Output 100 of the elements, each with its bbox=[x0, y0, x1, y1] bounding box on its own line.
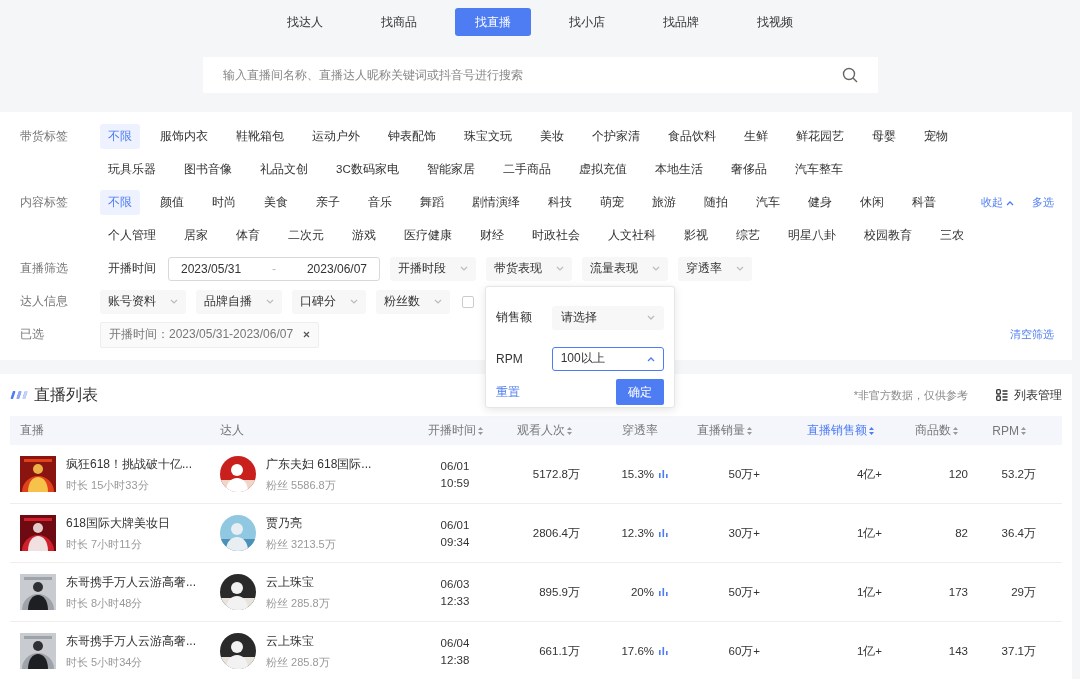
search-field[interactable]: 输入直播间名称、直播达人昵称关键词或抖音号进行搜索 bbox=[202, 57, 878, 93]
tag-option[interactable]: 随拍 bbox=[696, 190, 736, 215]
tag-option[interactable]: 服饰内衣 bbox=[152, 124, 216, 149]
influencer-name[interactable]: 云上珠宝 bbox=[266, 632, 330, 650]
sort-icon[interactable] bbox=[1021, 426, 1026, 435]
collapse-link[interactable]: 收起 bbox=[981, 195, 1014, 210]
tag-option[interactable]: 居家 bbox=[176, 223, 216, 248]
column-header[interactable]: 商品数 bbox=[915, 422, 958, 439]
sort-icon[interactable] bbox=[747, 426, 752, 435]
tag-option[interactable]: 鞋靴箱包 bbox=[228, 124, 292, 149]
sort-icon[interactable] bbox=[953, 426, 958, 435]
filter-dropdown[interactable]: 口碑分 bbox=[292, 289, 366, 314]
bar-chart-icon[interactable] bbox=[659, 588, 668, 596]
influencer-name[interactable]: 云上珠宝 bbox=[266, 573, 330, 591]
influencer-name[interactable]: 贾乃亮 bbox=[266, 514, 336, 532]
tag-option[interactable]: 医疗健康 bbox=[396, 223, 460, 248]
close-icon[interactable] bbox=[303, 331, 311, 338]
select-field[interactable]: 请选择 bbox=[551, 305, 664, 330]
tag-option[interactable]: 时政社会 bbox=[524, 223, 588, 248]
tag-option[interactable]: 本地生活 bbox=[646, 157, 711, 182]
tag-option[interactable]: 不限 bbox=[100, 190, 140, 215]
tag-option[interactable]: 母婴 bbox=[864, 124, 904, 149]
tag-option[interactable]: 食品饮料 bbox=[660, 124, 724, 149]
sort-icon[interactable] bbox=[567, 426, 572, 435]
influencer-name[interactable]: 广东夫妇 618国际... bbox=[266, 455, 372, 473]
tag-option[interactable]: 美食 bbox=[256, 190, 296, 215]
filter-dropdown[interactable]: 流量表现 bbox=[582, 256, 668, 281]
tag-option[interactable]: 美妆 bbox=[532, 124, 572, 149]
tag-option[interactable]: 钟表配饰 bbox=[380, 124, 444, 149]
bar-chart-icon[interactable] bbox=[659, 647, 668, 655]
tag-option[interactable]: 鲜花园艺 bbox=[788, 124, 852, 149]
tag-option[interactable]: 亲子 bbox=[308, 190, 348, 215]
tag-option[interactable]: 个人管理 bbox=[100, 223, 164, 248]
confirm-button[interactable]: 确定 bbox=[616, 379, 664, 405]
tag-option[interactable]: 图书音像 bbox=[176, 157, 240, 182]
tag-option[interactable]: 宠物 bbox=[916, 124, 956, 149]
tag-option[interactable]: 综艺 bbox=[728, 223, 768, 248]
tag-option[interactable]: 个护家清 bbox=[584, 124, 648, 149]
nav-tab[interactable]: 找商品 bbox=[361, 8, 437, 36]
tag-option[interactable]: 萌宠 bbox=[592, 190, 632, 215]
live-title[interactable]: 618国际大牌美妆日 bbox=[66, 514, 171, 532]
tag-option[interactable]: 三农 bbox=[932, 223, 972, 248]
tag-option[interactable]: 汽车整车 bbox=[786, 157, 851, 182]
tag-option[interactable]: 玩具乐器 bbox=[100, 157, 164, 182]
tag-option[interactable]: 生鲜 bbox=[736, 124, 776, 149]
nav-tab[interactable]: 找小店 bbox=[549, 8, 625, 36]
tag-option[interactable]: 科普 bbox=[904, 190, 944, 215]
date-range-field[interactable]: 2023/05/31 - 2023/06/07 bbox=[168, 256, 380, 281]
tag-option[interactable]: 舞蹈 bbox=[412, 190, 452, 215]
tag-option[interactable]: 科技 bbox=[540, 190, 580, 215]
tag-option[interactable]: 智能家居 bbox=[418, 157, 483, 182]
nav-tab[interactable]: 找视频 bbox=[737, 8, 813, 36]
tag-option[interactable]: 影视 bbox=[676, 223, 716, 248]
tag-option[interactable]: 二手商品 bbox=[494, 157, 559, 182]
multi-select-link[interactable]: 多选 bbox=[1032, 195, 1054, 210]
filter-dropdown[interactable]: 穿透率 bbox=[678, 256, 752, 281]
tag-option[interactable]: 剧情演绎 bbox=[464, 190, 528, 215]
search-icon[interactable] bbox=[841, 67, 858, 83]
tag-option[interactable]: 颜值 bbox=[152, 190, 192, 215]
nav-tab[interactable]: 找品牌 bbox=[643, 8, 719, 36]
filter-dropdown[interactable]: 粉丝数 bbox=[376, 289, 450, 314]
select-field[interactable]: 100以上 bbox=[551, 346, 664, 371]
checkbox[interactable] bbox=[462, 295, 474, 308]
tag-option[interactable]: 人文社科 bbox=[600, 223, 664, 248]
clear-filters-link[interactable]: 清空筛选 bbox=[1010, 327, 1054, 342]
tag-option[interactable]: 健身 bbox=[800, 190, 840, 215]
tag-option[interactable]: 校园教育 bbox=[856, 223, 920, 248]
tag-option[interactable]: 珠宝文玩 bbox=[456, 124, 520, 149]
tag-option[interactable]: 游戏 bbox=[344, 223, 384, 248]
tag-option[interactable]: 不限 bbox=[100, 124, 140, 149]
bar-chart-icon[interactable] bbox=[659, 529, 668, 537]
column-header[interactable]: 直播销量 bbox=[697, 422, 752, 439]
filter-dropdown[interactable]: 带货表现 bbox=[486, 256, 572, 281]
tag-option[interactable]: 财经 bbox=[472, 223, 512, 248]
column-header[interactable]: 开播时间 bbox=[427, 422, 483, 439]
bar-chart-icon[interactable] bbox=[659, 470, 668, 478]
live-title[interactable]: 疯狂618！挑战破十亿... bbox=[66, 455, 193, 473]
live-title[interactable]: 东哥携手万人云游高奢... bbox=[66, 573, 196, 591]
tag-option[interactable]: 体育 bbox=[228, 223, 268, 248]
tag-option[interactable]: 明星八卦 bbox=[780, 223, 844, 248]
sort-icon[interactable] bbox=[477, 426, 483, 435]
tag-option[interactable]: 时尚 bbox=[204, 190, 244, 215]
tag-option[interactable]: 虚拟充值 bbox=[570, 157, 635, 182]
tag-option[interactable]: 3C数码家电 bbox=[328, 157, 407, 182]
column-header[interactable]: RPM bbox=[992, 423, 1026, 438]
live-title[interactable]: 东哥携手万人云游高奢... bbox=[66, 632, 196, 650]
tag-option[interactable]: 运动户外 bbox=[304, 124, 368, 149]
tag-option[interactable]: 汽车 bbox=[748, 190, 788, 215]
tag-option[interactable]: 二次元 bbox=[280, 223, 332, 248]
filter-dropdown[interactable]: 品牌自播 bbox=[196, 289, 282, 314]
column-header[interactable]: 观看人次 bbox=[517, 422, 572, 439]
tag-option[interactable]: 休闲 bbox=[852, 190, 892, 215]
nav-tab[interactable]: 找达人 bbox=[267, 8, 343, 36]
sort-icon[interactable] bbox=[869, 426, 874, 435]
filter-dropdown[interactable]: 开播时段 bbox=[390, 256, 476, 281]
column-header[interactable]: 直播销售额 bbox=[807, 422, 874, 439]
filter-dropdown[interactable]: 账号资料 bbox=[100, 289, 186, 314]
tag-option[interactable]: 旅游 bbox=[644, 190, 684, 215]
reset-link[interactable]: 重置 bbox=[496, 383, 520, 401]
tag-option[interactable]: 奢侈品 bbox=[722, 157, 775, 182]
